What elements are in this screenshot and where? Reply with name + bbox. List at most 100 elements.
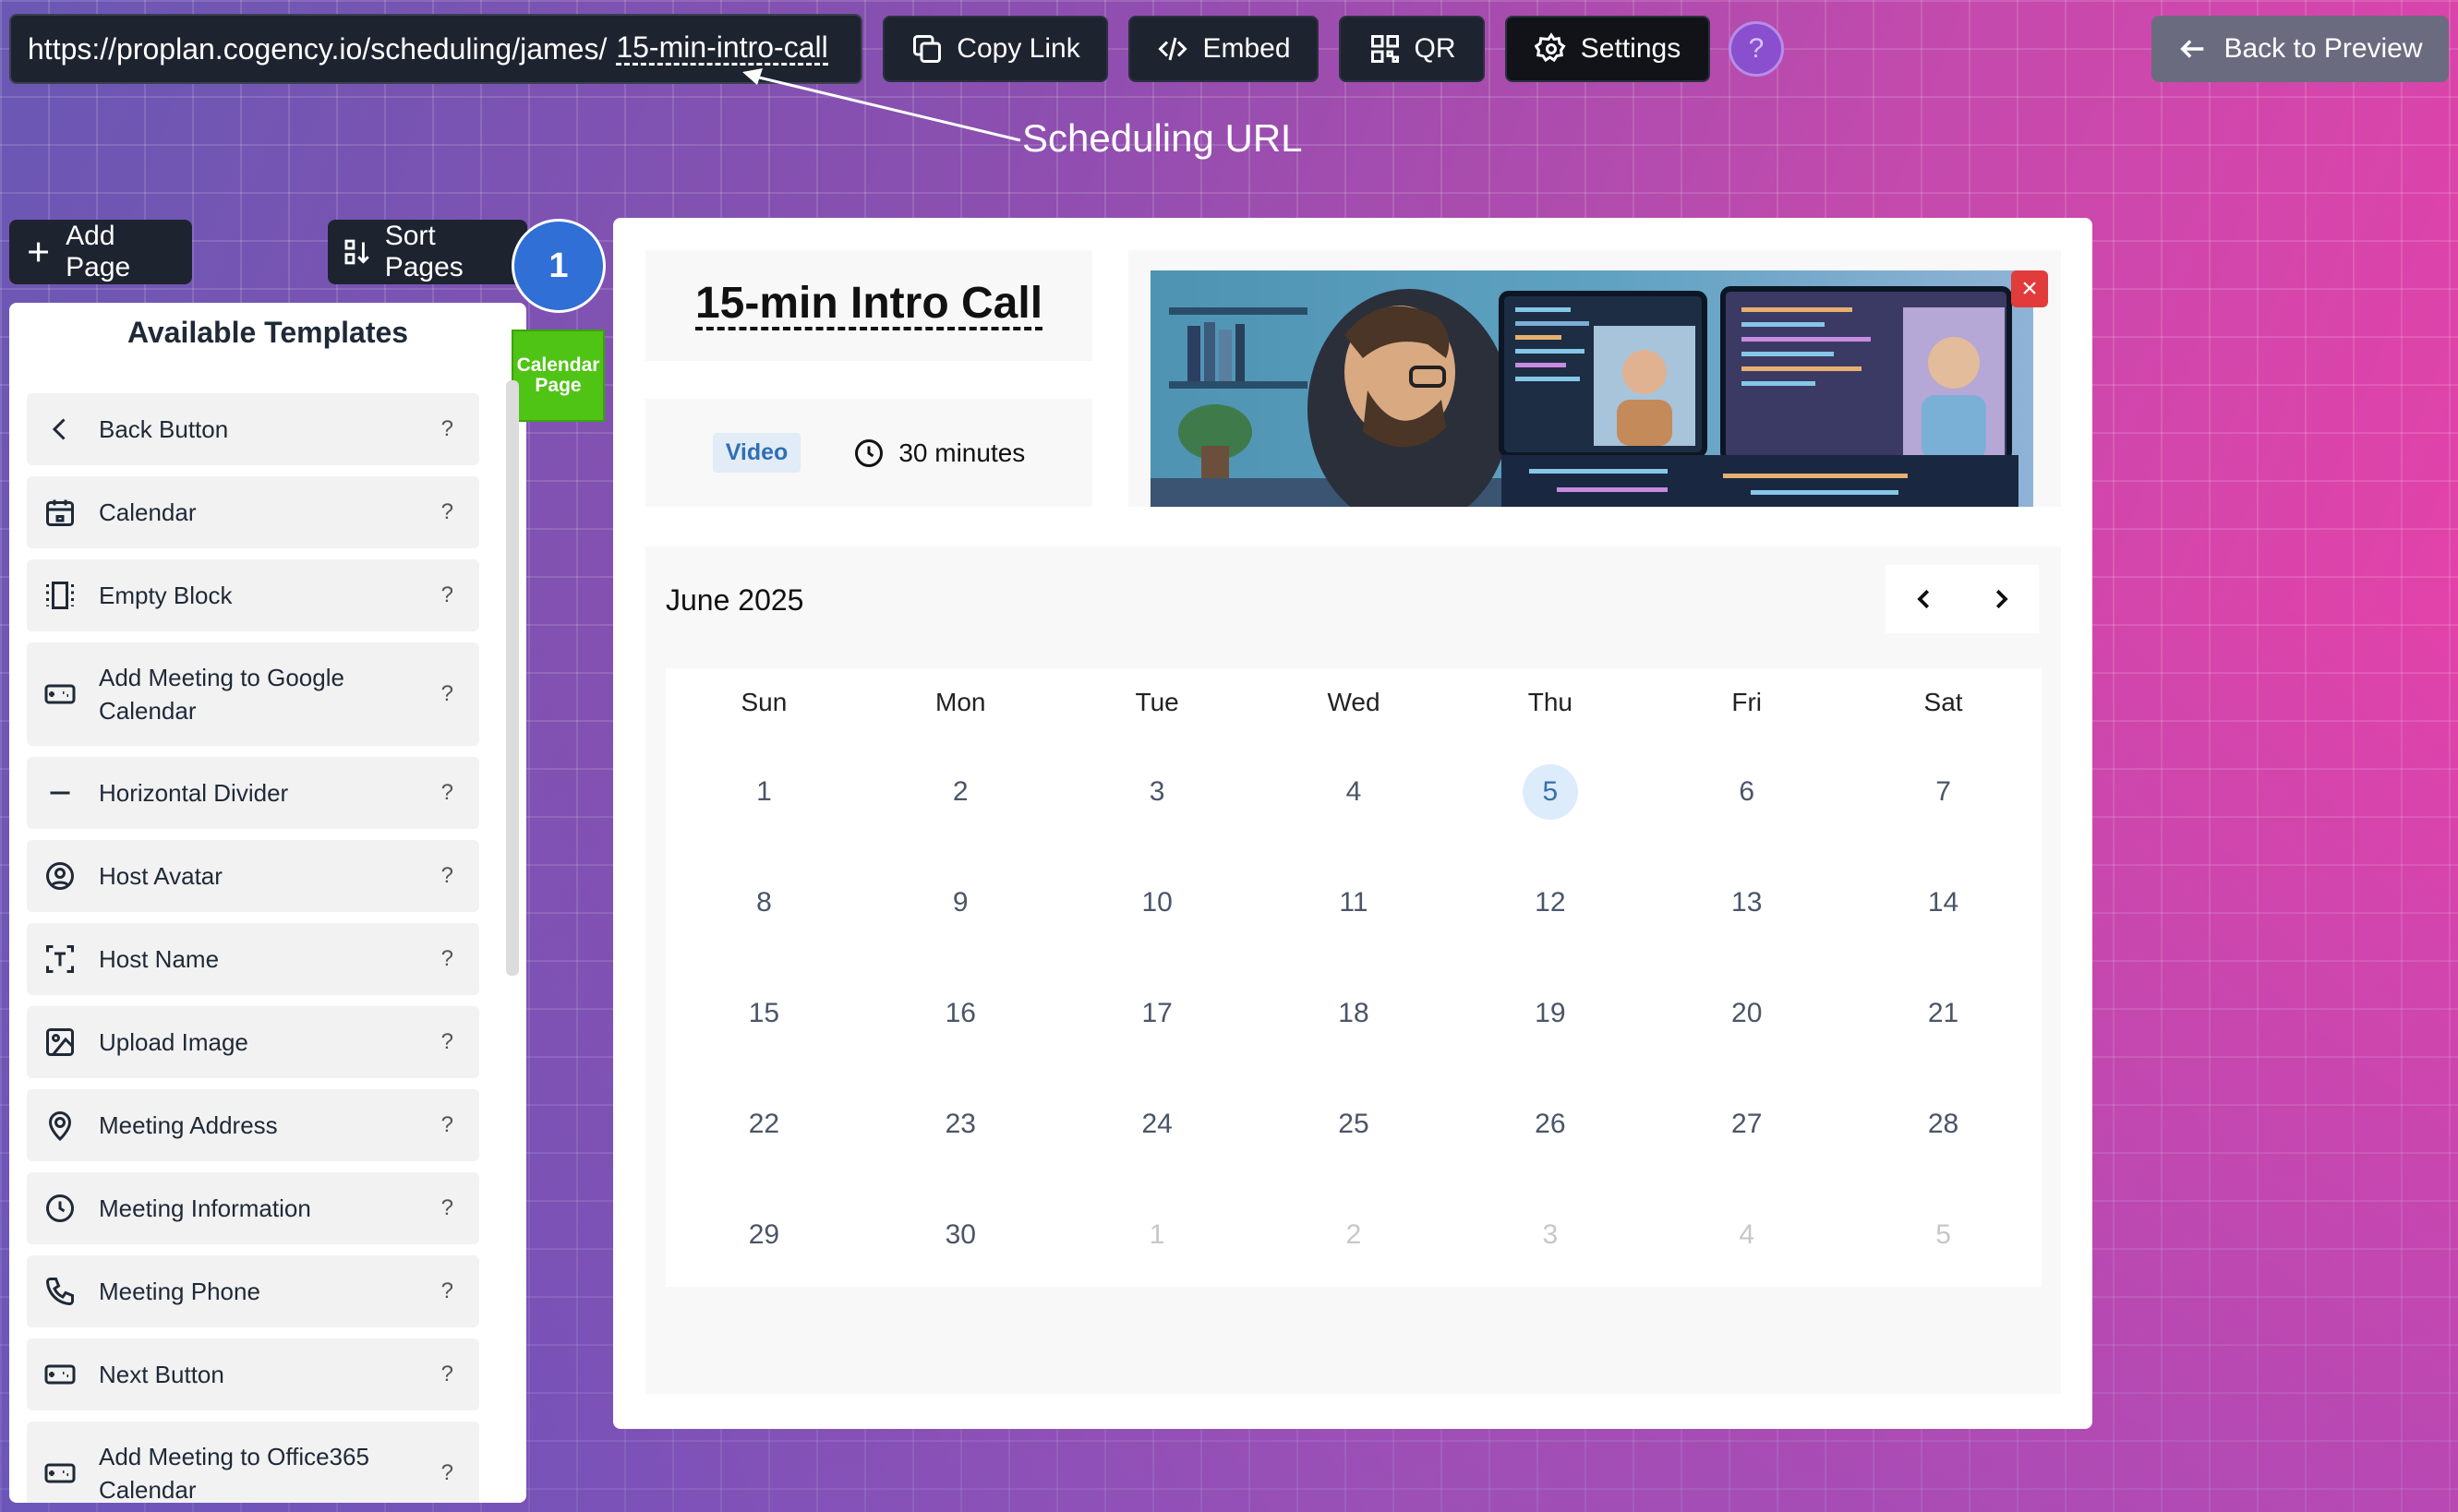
page-number-badge[interactable]: 1 bbox=[512, 219, 606, 313]
template-item[interactable]: Meeting Phone? bbox=[27, 1255, 479, 1327]
calendar-cell: 4 bbox=[1256, 737, 1452, 847]
calendar-day[interactable]: 2 bbox=[933, 764, 988, 820]
embed-label: Embed bbox=[1202, 33, 1291, 64]
calendar-day[interactable]: 6 bbox=[1719, 764, 1775, 820]
calendar-day[interactable]: 25 bbox=[1326, 1097, 1381, 1152]
weekday-label: Wed bbox=[1327, 688, 1380, 716]
meeting-title[interactable]: 15-min Intro Call bbox=[694, 280, 1043, 331]
calendar-day[interactable]: 15 bbox=[736, 986, 791, 1041]
template-help[interactable]: ? bbox=[441, 946, 453, 972]
chevron-left-icon[interactable] bbox=[1910, 585, 1938, 613]
template-label: Calendar bbox=[99, 498, 197, 526]
chevron-right-icon[interactable] bbox=[1987, 585, 2015, 613]
user-circle-icon bbox=[46, 862, 74, 890]
calendar-month: June 2025 bbox=[666, 583, 804, 617]
template-item[interactable]: Calendar? bbox=[27, 476, 479, 548]
template-item[interactable]: Add Meeting to Office365 Calendar? bbox=[27, 1422, 479, 1503]
template-help[interactable]: ? bbox=[441, 1362, 453, 1387]
template-item[interactable]: Next Button? bbox=[27, 1338, 479, 1410]
template-item[interactable]: Host Avatar? bbox=[27, 840, 479, 912]
calendar-day[interactable]: 12 bbox=[1523, 875, 1578, 930]
calendar-day[interactable]: 7 bbox=[1916, 764, 1971, 820]
calendar-cell: 21 bbox=[1845, 958, 2042, 1069]
template-help[interactable]: ? bbox=[441, 863, 453, 889]
back-to-preview-button[interactable]: Back to Preview bbox=[2151, 16, 2449, 82]
calendar-week: 29 30 1 2 3 4 5 bbox=[666, 1180, 2042, 1290]
calendar-day[interactable]: 17 bbox=[1129, 986, 1185, 1041]
weekday-label: Mon bbox=[935, 688, 986, 716]
calendar-day[interactable]: 13 bbox=[1719, 875, 1775, 930]
meeting-info-block[interactable]: Video 30 minutes bbox=[645, 399, 1092, 507]
calendar-day-today[interactable]: 5 bbox=[1522, 764, 1578, 820]
template-item[interactable]: Add Meeting to Google Calendar? bbox=[27, 642, 479, 746]
calendar-cell: 26 bbox=[1452, 1069, 1648, 1180]
template-help[interactable]: ? bbox=[441, 681, 453, 707]
template-item[interactable]: Meeting Address? bbox=[27, 1089, 479, 1161]
calendar-day[interactable]: 30 bbox=[933, 1207, 988, 1263]
template-item[interactable]: Upload Image? bbox=[27, 1006, 479, 1078]
chevron-left-icon bbox=[52, 418, 66, 440]
add-page-button[interactable]: Add Page bbox=[9, 220, 192, 284]
calendar-day[interactable]: 23 bbox=[933, 1097, 988, 1152]
calendar-day[interactable]: 3 bbox=[1129, 764, 1185, 820]
ticket-icon bbox=[44, 684, 76, 704]
title-block[interactable]: 15-min Intro Call bbox=[645, 250, 1092, 361]
calendar-day[interactable]: 8 bbox=[736, 875, 791, 930]
template-item[interactable]: Empty Block? bbox=[27, 559, 479, 631]
calendar-day[interactable]: 26 bbox=[1523, 1097, 1578, 1152]
sort-pages-label: Sort Pages bbox=[384, 221, 464, 282]
sort-pages-button[interactable]: Sort Pages bbox=[328, 220, 527, 284]
calendar-day[interactable]: 10 bbox=[1129, 875, 1185, 930]
ticket-icon bbox=[44, 1364, 76, 1385]
template-item[interactable]: Horizontal Divider? bbox=[27, 757, 479, 829]
calendar-cell: 10 bbox=[1059, 847, 1256, 958]
templates-scrollbar[interactable] bbox=[506, 380, 519, 976]
calendar-day[interactable]: 27 bbox=[1719, 1097, 1775, 1152]
template-help[interactable]: ? bbox=[441, 1112, 453, 1138]
calendar-day[interactable]: 4 bbox=[1326, 764, 1381, 820]
annotation-arrow bbox=[742, 68, 1021, 142]
templates-title: Available Templates bbox=[127, 316, 409, 349]
calendar-day: 1 bbox=[1149, 1219, 1165, 1250]
template-item[interactable]: Host Name? bbox=[27, 923, 479, 995]
template-help[interactable]: ? bbox=[441, 1460, 453, 1486]
calendar-day[interactable]: 14 bbox=[1916, 875, 1971, 930]
calendar-page-tab[interactable]: Calendar Page bbox=[512, 330, 605, 422]
scheduling-url-field[interactable]: https://proplan.cogency.io/scheduling/ja… bbox=[9, 14, 862, 84]
calendar-day[interactable]: 24 bbox=[1129, 1097, 1185, 1152]
calendar-day[interactable]: 19 bbox=[1523, 986, 1578, 1041]
calendar-day[interactable]: 22 bbox=[736, 1097, 791, 1152]
calendar-day[interactable]: 9 bbox=[933, 875, 988, 930]
calendar-day[interactable]: 21 bbox=[1916, 986, 1971, 1041]
template-item[interactable]: Back Button? bbox=[27, 393, 479, 465]
calendar-day[interactable]: 29 bbox=[736, 1207, 791, 1263]
template-help[interactable]: ? bbox=[441, 1278, 453, 1304]
url-slug[interactable]: 15-min-intro-call bbox=[616, 31, 828, 66]
help-button[interactable]: ? bbox=[1729, 21, 1784, 77]
template-item[interactable]: Meeting Information? bbox=[27, 1172, 479, 1244]
calendar-cell: 25 bbox=[1256, 1069, 1452, 1180]
template-help[interactable]: ? bbox=[441, 1195, 453, 1221]
template-help[interactable]: ? bbox=[441, 499, 453, 525]
calendar-day[interactable]: 18 bbox=[1326, 986, 1381, 1041]
calendar-day[interactable]: 20 bbox=[1719, 986, 1775, 1041]
template-help[interactable]: ? bbox=[441, 1029, 453, 1055]
calendar-block[interactable]: June 2025 Sun Mon Tue Wed Thu Fri Sat 1 2 3 4 5 6 7 8 9… bbox=[645, 546, 2061, 1394]
calendar-day[interactable]: 11 bbox=[1326, 875, 1381, 930]
calendar-day: 2 bbox=[1345, 1219, 1362, 1250]
calendar-day[interactable]: 28 bbox=[1916, 1097, 1971, 1152]
plus-icon bbox=[29, 242, 48, 262]
remove-image-button[interactable]: × bbox=[2011, 270, 2048, 307]
calendar-day[interactable]: 1 bbox=[736, 764, 791, 820]
qr-button[interactable]: QR bbox=[1339, 16, 1485, 82]
calendar-day[interactable]: 16 bbox=[933, 986, 988, 1041]
image-block[interactable]: × bbox=[1128, 250, 2061, 507]
template-help[interactable]: ? bbox=[441, 416, 453, 442]
template-help[interactable]: ? bbox=[441, 582, 453, 608]
settings-button[interactable]: Settings bbox=[1505, 16, 1710, 82]
gear-icon bbox=[1534, 32, 1566, 63]
calendar-week: 15 16 17 18 19 20 21 bbox=[666, 958, 2042, 1069]
calendar-cell: 27 bbox=[1648, 1069, 1845, 1180]
template-help[interactable]: ? bbox=[441, 780, 453, 806]
embed-button[interactable]: Embed bbox=[1128, 16, 1319, 82]
